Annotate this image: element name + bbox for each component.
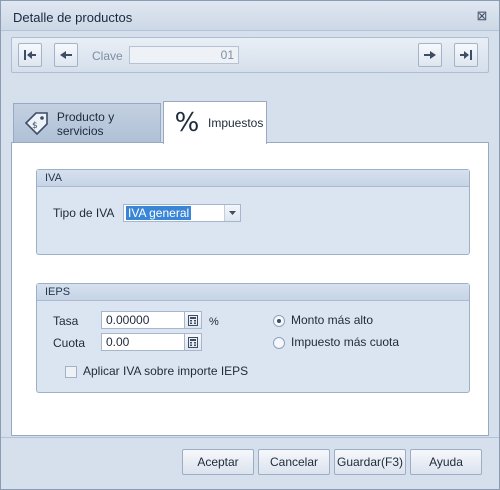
close-icon[interactable]: ⊠ (475, 9, 489, 23)
title-bar: Detalle de productos ⊠ (1, 1, 499, 31)
last-record-button[interactable] (454, 43, 478, 67)
arrow-right-icon (424, 51, 436, 59)
last-record-icon (460, 50, 472, 60)
footer-divider (1, 437, 499, 438)
ieps-group-title: IEPS (37, 284, 469, 301)
clave-label: Clave (92, 49, 123, 63)
impuestos-panel: IVA Tipo de IVA IVA general IEPS Tasa 0.… (11, 142, 489, 436)
dialog-window: Detalle de productos ⊠ Clave 01 $ Produc… (0, 0, 500, 490)
clave-field[interactable]: 01 (129, 46, 239, 64)
impuesto-mas-cuota-radio[interactable] (273, 337, 285, 349)
monto-mas-alto-radio[interactable] (273, 315, 285, 327)
tab-strip: $ Producto y servicios % Impuestos (11, 101, 489, 144)
tab-impuestos-label: Impuestos (208, 116, 264, 130)
cancelar-button[interactable]: Cancelar (258, 449, 330, 475)
tab-producto-servicios[interactable]: $ Producto y servicios (13, 103, 161, 143)
record-navigation-toolbar: Clave 01 (11, 37, 489, 73)
tag-icon: $ (22, 110, 51, 138)
tasa-unit: % (209, 316, 219, 328)
cuota-calculator-button[interactable] (184, 333, 202, 351)
ieps-group: IEPS Tasa 0.00000 % Cuota 0.00 Monto más… (36, 283, 470, 393)
aplicar-iva-checkbox[interactable] (65, 366, 77, 378)
cuota-label: Cuota (53, 336, 86, 350)
guardar-button[interactable]: Guardar(F3) (334, 449, 406, 475)
tipo-iva-value: IVA general (126, 206, 192, 220)
impuesto-mas-cuota-label: Impuesto más cuota (291, 335, 400, 349)
tipo-iva-label: Tipo de IVA (53, 206, 115, 220)
percent-icon: % (172, 109, 202, 137)
previous-record-button[interactable] (54, 43, 78, 67)
tab-impuestos[interactable]: % Impuestos (163, 101, 267, 144)
chevron-down-icon[interactable] (224, 205, 240, 221)
tasa-calculator-button[interactable] (184, 311, 202, 329)
tipo-iva-select[interactable]: IVA general (123, 204, 241, 222)
aceptar-button[interactable]: Aceptar (182, 449, 254, 475)
calculator-icon (188, 336, 198, 348)
calculator-icon (188, 314, 198, 326)
monto-mas-alto-label: Monto más alto (291, 313, 374, 327)
cuota-input[interactable]: 0.00 (101, 333, 185, 351)
first-record-button[interactable] (18, 43, 42, 67)
first-record-icon (24, 50, 36, 60)
iva-group: IVA Tipo de IVA IVA general (36, 169, 470, 255)
window-title: Detalle de productos (13, 10, 133, 25)
iva-group-title: IVA (37, 170, 469, 187)
svg-text:$: $ (32, 121, 38, 131)
tab-producto-label: Producto y servicios (56, 109, 115, 138)
tasa-label: Tasa (53, 314, 79, 328)
ayuda-button[interactable]: Ayuda (410, 449, 482, 475)
tasa-input[interactable]: 0.00000 (101, 311, 185, 329)
percent-glyph: % (174, 108, 200, 138)
aplicar-iva-label: Aplicar IVA sobre importe IEPS (83, 364, 249, 378)
next-record-button[interactable] (418, 43, 442, 67)
arrow-left-icon (60, 51, 72, 59)
